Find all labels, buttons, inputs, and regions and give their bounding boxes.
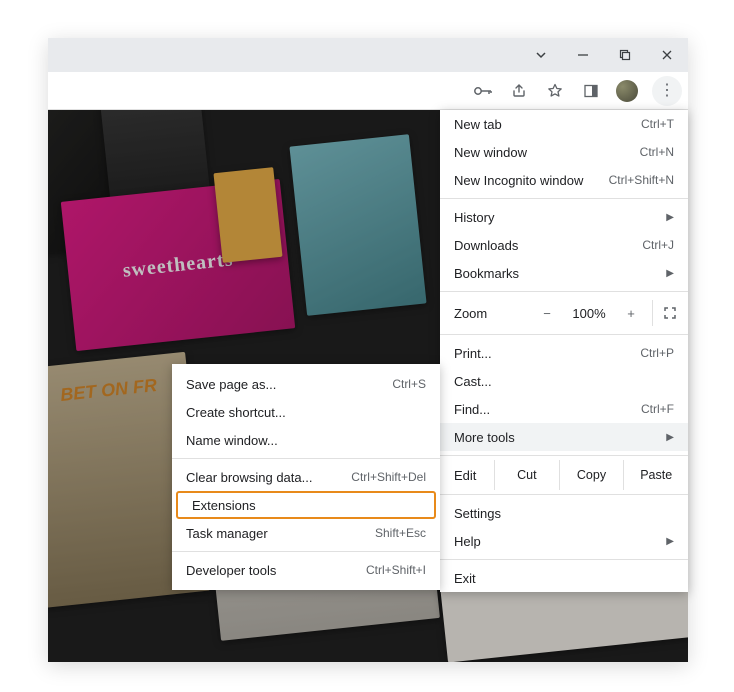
separator — [440, 455, 688, 456]
separator — [172, 551, 440, 552]
submenu-task-manager[interactable]: Task manager Shift+Esc — [172, 519, 440, 547]
menu-item-label: Save page as... — [186, 377, 276, 392]
toolbar: ⋮ — [48, 72, 688, 110]
menu-item-label: Create shortcut... — [186, 405, 286, 420]
chevron-right-icon: ▶ — [666, 268, 674, 279]
menu-new-window[interactable]: New window Ctrl+N — [440, 138, 688, 166]
chevron-right-icon: ▶ — [666, 536, 674, 547]
menu-item-label: History — [454, 210, 494, 225]
maximize-button[interactable] — [612, 42, 638, 68]
key-icon[interactable] — [472, 80, 494, 102]
menu-item-label: Task manager — [186, 526, 268, 541]
separator — [440, 198, 688, 199]
menu-bookmarks[interactable]: Bookmarks ▶ — [440, 259, 688, 287]
menu-shortcut: Ctrl+P — [640, 346, 674, 360]
separator — [440, 494, 688, 495]
zoom-in-button[interactable]: + — [620, 306, 642, 321]
close-button[interactable] — [654, 42, 680, 68]
edit-label: Edit — [454, 468, 494, 483]
menu-shortcut: Ctrl+S — [392, 377, 426, 391]
zoom-out-button[interactable]: − — [536, 306, 558, 321]
separator — [172, 458, 440, 459]
menu-shortcut: Ctrl+Shift+Del — [351, 470, 426, 484]
menu-cast[interactable]: Cast... — [440, 367, 688, 395]
menu-item-label: Extensions — [192, 498, 256, 513]
menu-item-label: Cast... — [454, 374, 492, 389]
menu-item-label: Downloads — [454, 238, 518, 253]
menu-item-label: More tools — [454, 430, 515, 445]
zoom-value: 100% — [568, 306, 610, 321]
menu-new-tab[interactable]: New tab Ctrl+T — [440, 110, 688, 138]
menu-button[interactable]: ⋮ — [652, 76, 682, 106]
cut-button[interactable]: Cut — [494, 460, 559, 490]
menu-item-label: Clear browsing data... — [186, 470, 312, 485]
separator — [440, 291, 688, 292]
avatar[interactable] — [616, 80, 638, 102]
menu-item-label: Find... — [454, 402, 490, 417]
titlebar — [48, 38, 688, 72]
menu-shortcut: Ctrl+Shift+N — [609, 173, 674, 187]
main-menu: New tab Ctrl+T New window Ctrl+N New Inc… — [440, 110, 688, 592]
zoom-label: Zoom — [454, 306, 487, 321]
minimize-button[interactable] — [570, 42, 596, 68]
tab-dropdown-icon[interactable] — [528, 42, 554, 68]
menu-item-label: New Incognito window — [454, 173, 583, 188]
submenu-developer-tools[interactable]: Developer tools Ctrl+Shift+I — [172, 556, 440, 584]
submenu-create-shortcut[interactable]: Create shortcut... — [172, 398, 440, 426]
menu-new-incognito[interactable]: New Incognito window Ctrl+Shift+N — [440, 166, 688, 194]
menu-exit[interactable]: Exit — [440, 564, 688, 592]
more-tools-submenu: Save page as... Ctrl+S Create shortcut..… — [172, 364, 440, 590]
menu-more-tools[interactable]: More tools ▶ — [440, 423, 688, 451]
menu-history[interactable]: History ▶ — [440, 203, 688, 231]
submenu-save-page[interactable]: Save page as... Ctrl+S — [172, 370, 440, 398]
star-icon[interactable] — [544, 80, 566, 102]
menu-item-label: New window — [454, 145, 527, 160]
chevron-right-icon: ▶ — [666, 212, 674, 223]
submenu-name-window[interactable]: Name window... — [172, 426, 440, 454]
menu-item-label: New tab — [454, 117, 502, 132]
browser-window: ⋮ sweethearts BET ON FR FURIOZ New tab C… — [48, 38, 688, 662]
menu-shortcut: Ctrl+T — [641, 117, 674, 131]
menu-help[interactable]: Help ▶ — [440, 527, 688, 555]
share-icon[interactable] — [508, 80, 530, 102]
separator — [440, 559, 688, 560]
menu-shortcut: Shift+Esc — [375, 526, 426, 540]
submenu-clear-browsing-data[interactable]: Clear browsing data... Ctrl+Shift+Del — [172, 463, 440, 491]
menu-item-label: Name window... — [186, 433, 278, 448]
fullscreen-button[interactable] — [652, 300, 678, 326]
paste-button[interactable]: Paste — [623, 460, 688, 490]
menu-downloads[interactable]: Downloads Ctrl+J — [440, 231, 688, 259]
menu-item-label: Exit — [454, 571, 476, 586]
menu-shortcut: Ctrl+J — [642, 238, 674, 252]
submenu-extensions[interactable]: Extensions — [176, 491, 436, 519]
sidepanel-icon[interactable] — [580, 80, 602, 102]
menu-edit: Edit Cut Copy Paste — [440, 460, 688, 490]
menu-find[interactable]: Find... Ctrl+F — [440, 395, 688, 423]
menu-shortcut: Ctrl+Shift+I — [366, 563, 426, 577]
menu-shortcut: Ctrl+F — [641, 402, 674, 416]
copy-button[interactable]: Copy — [559, 460, 624, 490]
menu-item-label: Print... — [454, 346, 492, 361]
menu-item-label: Bookmarks — [454, 266, 519, 281]
menu-shortcut: Ctrl+N — [640, 145, 674, 159]
menu-zoom: Zoom − 100% + — [440, 296, 688, 330]
menu-settings[interactable]: Settings — [440, 499, 688, 527]
chevron-right-icon: ▶ — [666, 432, 674, 443]
menu-item-label: Help — [454, 534, 481, 549]
menu-print[interactable]: Print... Ctrl+P — [440, 339, 688, 367]
menu-item-label: Developer tools — [186, 563, 276, 578]
menu-item-label: Settings — [454, 506, 501, 521]
separator — [440, 334, 688, 335]
